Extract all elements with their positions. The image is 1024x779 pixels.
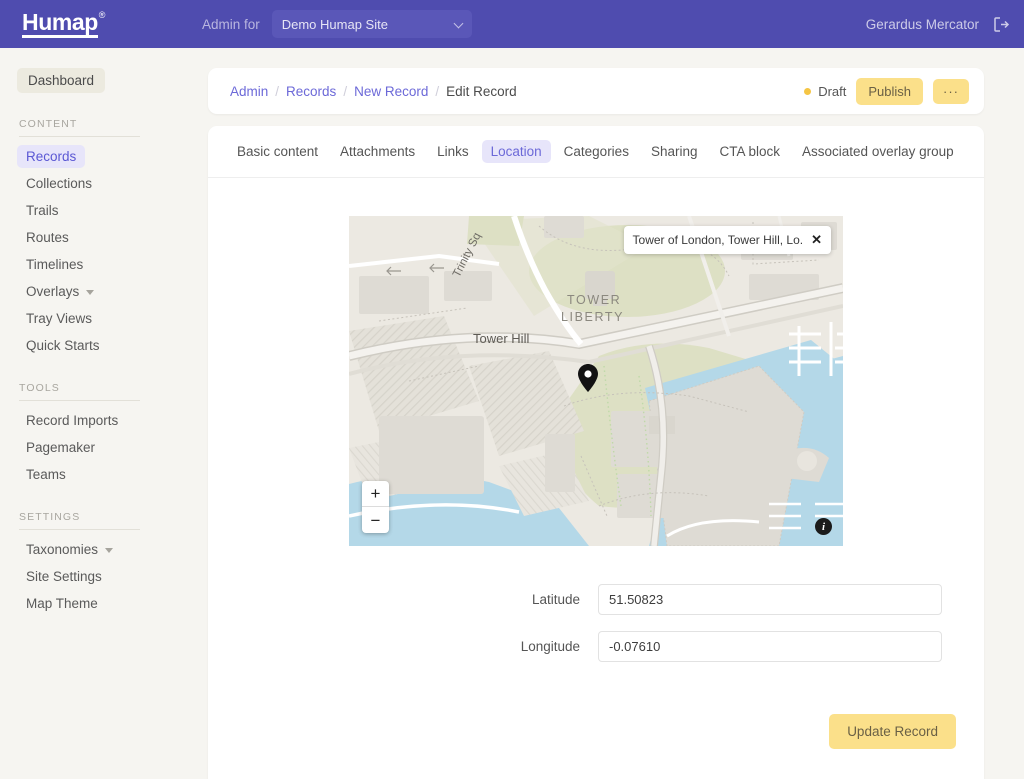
status-badge: Draft (804, 84, 846, 99)
sidebar-item-record-imports[interactable]: Record Imports (17, 409, 127, 432)
latitude-input[interactable] (598, 584, 942, 615)
sidebar-item-label: Pagemaker (26, 440, 96, 455)
location-map[interactable]: Trinity Sq Tower Hill TOWER LIBERTY .S (349, 216, 843, 546)
longitude-row: Longitude (208, 631, 984, 662)
user-name: Gerardus Mercator (865, 16, 979, 32)
location-search-pill[interactable]: Tower of London, Tower Hill, Lo. ✕ (623, 226, 831, 254)
tab-bar: Basic content Attachments Links Location Cat… (208, 126, 984, 178)
sidebar-item-routes[interactable]: Routes (17, 226, 78, 249)
sidebar-item-label: Timelines (26, 257, 84, 272)
status-dot-icon (804, 87, 812, 95)
map-label-liberty: LIBERTY (561, 310, 624, 324)
sidebar-section-label: SETTINGS (19, 511, 81, 523)
sidebar-divider (19, 400, 140, 401)
zoom-in-button[interactable]: + (362, 481, 389, 507)
sidebar-item-label: Taxonomies (26, 542, 99, 557)
latitude-label: Latitude (531, 592, 580, 607)
tab-associated-overlay-group[interactable]: Associated overlay group (793, 140, 963, 163)
sidebar-item-map-theme[interactable]: Map Theme (17, 592, 107, 615)
site-select-value: Demo Humap Site (281, 16, 388, 32)
sidebar-section-label: CONTENT (19, 118, 78, 130)
form-actions: Update Record (208, 678, 984, 749)
tab-sharing[interactable]: Sharing (642, 140, 707, 163)
zoom-out-button[interactable]: − (362, 507, 389, 533)
record-editor-card: Basic content Attachments Links Location Cat… (208, 126, 984, 779)
breadcrumb-separator: / (343, 83, 348, 99)
sidebar-item-label: Map Theme (26, 596, 98, 611)
longitude-input[interactable] (598, 631, 942, 662)
sidebar-item-collections[interactable]: Collections (17, 172, 101, 195)
humap-logo[interactable]: Humap ® (22, 8, 105, 39)
sidebar-item-label: Quick Starts (26, 338, 100, 353)
record-actions: Draft Publish ··· (804, 77, 969, 105)
sidebar-item-taxonomies[interactable]: Taxonomies (17, 538, 122, 561)
sidebar-item-label: Site Settings (26, 569, 102, 584)
location-form: Latitude Longitude Update Record (208, 546, 984, 749)
map-label-tower: TOWER (567, 293, 621, 307)
sidebar-item-label: Trails (26, 203, 59, 218)
sidebar-divider (19, 136, 140, 137)
sidebar: Dashboard CONTENT Records Collections Trail… (0, 48, 208, 779)
sidebar-item-teams[interactable]: Teams (17, 463, 75, 486)
latitude-row: Latitude (208, 584, 984, 615)
status-label: Draft (818, 83, 847, 99)
map-section: Trinity Sq Tower Hill TOWER LIBERTY .S (208, 178, 984, 546)
sidebar-item-overlays[interactable]: Overlays (17, 280, 103, 303)
sidebar-section-label: TOOLS (19, 382, 60, 394)
tab-categories[interactable]: Categories (555, 140, 638, 163)
sidebar-item-site-settings[interactable]: Site Settings (17, 565, 111, 588)
sidebar-item-label: Tray Views (26, 311, 93, 326)
tab-attachments[interactable]: Attachments (331, 140, 424, 163)
breadcrumb-item-new-record[interactable]: New Record (354, 84, 428, 99)
update-record-button[interactable]: Update Record (829, 714, 956, 749)
chevron-down-icon[interactable] (105, 548, 114, 553)
sidebar-item-label: Teams (26, 467, 66, 482)
sidebar-item-trails[interactable]: Trails (17, 199, 68, 222)
logo-text: Humap (22, 8, 98, 35)
breadcrumb-item-edit-record: Edit Record (446, 83, 517, 99)
top-bar: Humap ® Admin for Demo Humap Site Gerardu… (0, 0, 1024, 48)
breadcrumb: Admin / Records / New Record / Edit Record (230, 84, 517, 99)
sidebar-item-label: Collections (26, 176, 93, 191)
chevron-down-icon (453, 18, 464, 29)
sidebar-item-label: Routes (26, 230, 69, 245)
sidebar-item-records[interactable]: Records (17, 145, 86, 168)
map-info-icon[interactable]: i (815, 518, 832, 535)
publish-button[interactable]: Publish (856, 77, 923, 105)
tab-basic-content[interactable]: Basic content (228, 140, 327, 163)
breadcrumb-item-admin[interactable]: Admin (230, 84, 268, 99)
longitude-label: Longitude (520, 639, 580, 654)
chevron-down-icon[interactable] (86, 290, 95, 295)
tab-location[interactable]: Location (481, 140, 551, 163)
sidebar-item-pagemaker[interactable]: Pagemaker (17, 436, 104, 459)
registered-mark: ® (98, 9, 106, 20)
sidebar-item-label: Overlays (26, 284, 80, 299)
main-content: Admin / Records / New Record / Edit Record Dra… (208, 48, 1024, 779)
breadcrumb-bar: Admin / Records / New Record / Edit Record Dra… (208, 68, 984, 114)
site-select[interactable]: Demo Humap Site (271, 10, 472, 38)
breadcrumb-separator: / (435, 83, 440, 99)
sidebar-item-tray-views[interactable]: Tray Views (17, 307, 101, 330)
sidebar-item-label: Record Imports (26, 413, 119, 428)
sidebar-item-dashboard[interactable]: Dashboard (17, 68, 106, 93)
sidebar-divider (19, 529, 140, 530)
close-icon[interactable]: ✕ (811, 232, 822, 248)
tab-cta-block[interactable]: CTA block (711, 140, 790, 163)
logout-icon[interactable] (993, 16, 1010, 33)
sidebar-item-quick-starts[interactable]: Quick Starts (17, 334, 109, 357)
location-search-value: Tower of London, Tower Hill, Lo. (632, 233, 804, 247)
sidebar-item-label: Records (26, 149, 77, 164)
admin-for-label: Admin for (201, 16, 260, 32)
top-bar-right: Gerardus Mercator (866, 16, 1010, 33)
map-zoom-controls: + − (362, 481, 389, 533)
more-options-button[interactable]: ··· (933, 78, 969, 104)
breadcrumb-item-records[interactable]: Records (286, 84, 336, 99)
tab-links[interactable]: Links (428, 140, 478, 163)
map-label-tower-hill: Tower Hill (473, 331, 529, 346)
breadcrumb-separator: / (275, 83, 280, 99)
sidebar-item-timelines[interactable]: Timelines (17, 253, 92, 276)
